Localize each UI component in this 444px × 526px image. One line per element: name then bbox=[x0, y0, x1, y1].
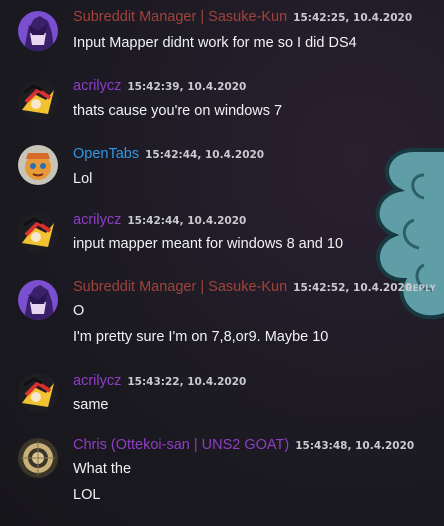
message-text: Input Mapper didnt work for me so I did … bbox=[73, 35, 357, 51]
message-author-line: OpenTabs 15:42:44, 10.4.2020 bbox=[73, 146, 264, 162]
message-text: O bbox=[73, 303, 85, 319]
message-text: same bbox=[73, 397, 109, 413]
avatar-acrilycz[interactable] bbox=[18, 373, 58, 413]
avatar-chris-image bbox=[18, 438, 58, 478]
chat-message-list: Subreddit Manager | Sasuke-Kun 15:42:25, … bbox=[0, 0, 444, 526]
timestamp: 15:43:48, 10.4.2020 bbox=[295, 440, 415, 452]
message-text: input mapper meant for windows 8 and 10 bbox=[73, 236, 344, 252]
author-name[interactable]: Subreddit Manager | Sasuke-Kun bbox=[73, 279, 287, 295]
author-name[interactable]: acrilycz bbox=[73, 78, 121, 94]
message-text: What the bbox=[73, 461, 132, 477]
avatar-acrilycz[interactable] bbox=[18, 80, 58, 120]
author-name[interactable]: Subreddit Manager | Sasuke-Kun bbox=[73, 9, 287, 25]
timestamp: 15:43:22, 10.4.2020 bbox=[127, 376, 247, 388]
message-text: Lol bbox=[73, 171, 93, 187]
avatar-opentabs-image bbox=[18, 145, 58, 185]
timestamp: 15:42:39, 10.4.2020 bbox=[127, 81, 247, 93]
avatar-acrilycz-image bbox=[18, 213, 58, 253]
avatar-sasuke[interactable] bbox=[18, 280, 58, 320]
message-text: I'm pretty sure I'm on 7,8,or9. Maybe 10 bbox=[73, 329, 329, 345]
timestamp: 15:42:44, 10.4.2020 bbox=[127, 215, 247, 227]
author-name[interactable]: Chris (Ottekoi-san | UNS2 GOAT) bbox=[73, 437, 289, 453]
message-author-line: acrilycz 15:42:44, 10.4.2020 bbox=[73, 212, 246, 228]
avatar-opentabs[interactable] bbox=[18, 145, 58, 185]
author-name[interactable]: acrilycz bbox=[73, 212, 121, 228]
avatar-sasuke[interactable] bbox=[18, 11, 58, 51]
message-author-line: acrilycz 15:42:39, 10.4.2020 bbox=[73, 78, 246, 94]
timestamp: 15:42:44, 10.4.2020 bbox=[145, 149, 265, 161]
author-name[interactable]: acrilycz bbox=[73, 373, 121, 389]
timestamp: 15:42:25, 10.4.2020 bbox=[293, 12, 413, 24]
avatar-acrilycz[interactable] bbox=[18, 213, 58, 253]
reply-button[interactable]: REPLY bbox=[406, 284, 436, 294]
avatar-acrilycz-image bbox=[18, 80, 58, 120]
message-text: thats cause you're on windows 7 bbox=[73, 103, 283, 119]
message-text: LOL bbox=[73, 487, 101, 503]
author-name[interactable]: OpenTabs bbox=[73, 146, 139, 162]
avatar-sasuke-image bbox=[18, 11, 58, 51]
message-author-line: Subreddit Manager | Sasuke-Kun 15:42:52, … bbox=[73, 279, 412, 295]
cloud-artwork bbox=[375, 148, 444, 320]
timestamp: 15:42:52, 10.4.2020 bbox=[293, 282, 413, 294]
avatar-sasuke-image bbox=[18, 280, 58, 320]
avatar-chris[interactable] bbox=[18, 438, 58, 478]
message-author-line: acrilycz 15:43:22, 10.4.2020 bbox=[73, 373, 246, 389]
message-author-line: Subreddit Manager | Sasuke-Kun 15:42:25, … bbox=[73, 9, 412, 25]
avatar-acrilycz-image bbox=[18, 373, 58, 413]
message-author-line: Chris (Ottekoi-san | UNS2 GOAT) 15:43:48,… bbox=[73, 437, 414, 453]
